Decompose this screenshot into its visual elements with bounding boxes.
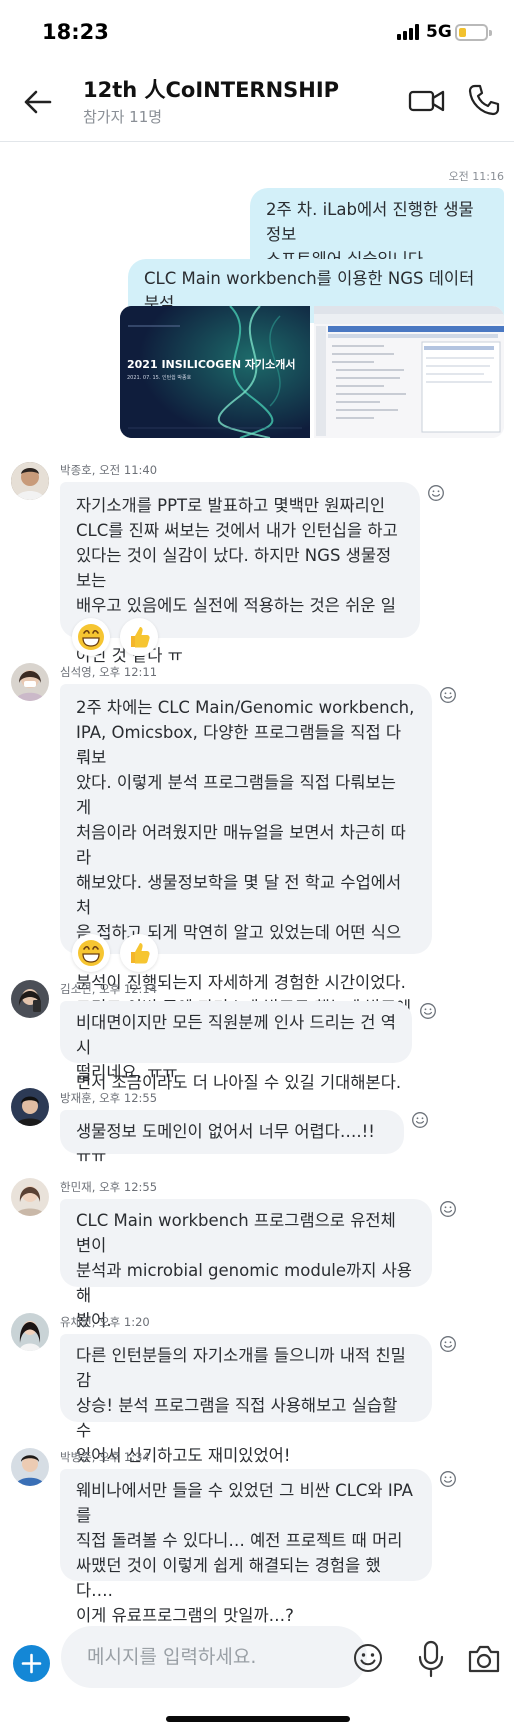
sender-name: 김소연 [60,982,92,996]
smiley-icon [420,1003,436,1019]
avatar[interactable] [11,1313,49,1351]
video-call-button[interactable] [408,84,446,118]
message-time: 오후 12:55 [99,1091,158,1105]
message-composer [0,1610,514,1710]
plus-icon [21,1653,42,1674]
participant-count[interactable]: 참가자 11명 [83,106,162,127]
reaction-thumbs-up[interactable] [120,934,158,972]
camera-button[interactable] [467,1644,501,1674]
grinning-face-icon [78,624,104,650]
message-time: 오후 1:34 [99,1450,150,1464]
smiley-icon [412,1112,428,1128]
message-timestamp: 오전 11:16 [448,170,504,183]
phone-icon [468,84,500,116]
emoji-button[interactable] [352,1642,384,1674]
home-indicator[interactable] [166,1716,350,1722]
add-reaction-button[interactable] [439,1335,457,1353]
message-bubble[interactable]: 비대면이지만 모든 직원분께 인사 드리는 건 역시 떨리네요. ㅠㅠ [60,1001,412,1082]
reaction-thumbs-up[interactable] [120,618,158,656]
smiley-icon [440,1336,456,1352]
add-reaction-button[interactable] [427,484,445,502]
back-button[interactable] [18,82,58,122]
avatar[interactable] [11,1088,49,1126]
thumbs-up-icon [131,627,150,648]
message-time: 오후 1:20 [99,1315,150,1329]
message-sender-time: 박종호, 오전 11:40 [60,463,158,477]
message-sender-time: 심석영, 오후 12:11 [60,665,158,679]
back-arrow-icon [24,90,52,114]
thumbs-up-icon [131,943,150,964]
message-time: 오후 12:55 [99,1180,158,1194]
add-button[interactable] [13,1645,50,1682]
person-avatar-graphic [11,663,49,701]
add-reaction-button[interactable] [419,1002,437,1020]
grinning-face-icon [78,940,104,966]
sender-name: 유채민 [60,1315,92,1329]
reaction-grinning[interactable] [72,934,110,972]
message-bubble[interactable]: 생물정보 도메인이 없어서 너무 어렵다….!! ㅠㅠ [60,1110,404,1166]
battery-icon [455,24,492,41]
person-avatar-graphic [11,1313,49,1351]
smiley-icon [428,485,444,501]
message-input[interactable] [61,1626,367,1688]
avatar[interactable] [11,462,49,500]
avatar[interactable] [11,980,49,1018]
smiley-icon [440,1201,456,1217]
person-avatar-graphic [11,1178,49,1216]
person-avatar-graphic [11,980,49,1018]
add-reaction-button[interactable] [439,686,457,704]
shared-image-slide[interactable]: 2021 INSILICOGEN 자기소개서 2021. 07. 15. 인턴쉽… [120,306,310,438]
add-reaction-button[interactable] [439,1470,457,1488]
voice-call-button[interactable] [466,82,502,118]
message-bubble[interactable]: 다른 인턴분들의 자기소개를 들으니까 내적 친밀감 상승! 분석 프로그램을 … [60,1334,432,1465]
person-avatar-graphic [11,1448,49,1486]
chat-title: 12th 人CoINTERNSHIP [83,78,340,102]
video-camera-icon [408,90,445,112]
person-avatar-graphic [11,462,49,500]
status-time: 18:23 [42,20,109,44]
add-reaction-button[interactable] [439,1200,457,1218]
message-time: 오전 11:40 [99,463,158,477]
sender-name: 한민재 [60,1180,92,1194]
reaction-grinning[interactable] [72,618,110,656]
sender-name: 방재훈 [60,1091,92,1105]
message-bubble[interactable]: 웨비나에서만 들을 수 있었던 그 비싼 CLC와 IPA를 직접 돌려볼 수 … [60,1469,432,1625]
message-bubble[interactable]: 자기소개를 PPT로 발표하고 몇백만 원짜리인 CLC를 진짜 써보는 것에서… [60,482,420,665]
status-bar: 18:23 5G [0,0,514,62]
emoji-icon [354,1644,382,1672]
message-time: 오후 12:14 [99,982,158,996]
dna-helix-graphic [120,306,310,438]
message-sender-time: 박병준, 오후 1:34 [60,1450,150,1464]
chat-header: 12th 人CoINTERNSHIP 참가자 11명 [0,62,514,142]
sender-name: 박종호 [60,463,92,477]
slide-subtitle: 2021. 07. 15. 인턴쉽 박종호 [127,375,192,381]
message-sender-time: 유채민, 오후 1:20 [60,1315,150,1329]
message-sender-time: 한민재, 오후 12:55 [60,1180,158,1194]
message-sender-time: 방재훈, 오후 12:55 [60,1091,158,1105]
shared-image-screenshot[interactable] [314,306,504,438]
microphone-icon [418,1640,444,1678]
person-avatar-graphic [11,1088,49,1126]
slide-title: 2021 INSILICOGEN 자기소개서 [127,358,296,371]
add-reaction-button[interactable] [411,1111,429,1129]
sender-name: 박병준 [60,1450,92,1464]
avatar[interactable] [11,1178,49,1216]
smiley-icon [440,1471,456,1487]
software-screenshot-graphic [314,306,504,438]
camera-icon [468,1645,500,1673]
signal-icon [397,24,421,40]
message-bubble[interactable]: 2주 차에는 CLC Main/Genomic workbench, IPA, … [60,684,432,1092]
network-label: 5G [426,22,452,42]
avatar[interactable] [11,663,49,701]
smiley-icon [440,687,456,703]
avatar[interactable] [11,1448,49,1486]
message-sender-time: 김소연, 오후 12:14 [60,982,158,996]
sender-name: 심석영 [60,665,92,679]
voice-message-button[interactable] [416,1640,446,1678]
message-time: 오후 12:11 [99,665,158,679]
message-bubble[interactable]: CLC Main workbench 프로그램으로 유전체 변이 분석과 mic… [60,1199,432,1330]
